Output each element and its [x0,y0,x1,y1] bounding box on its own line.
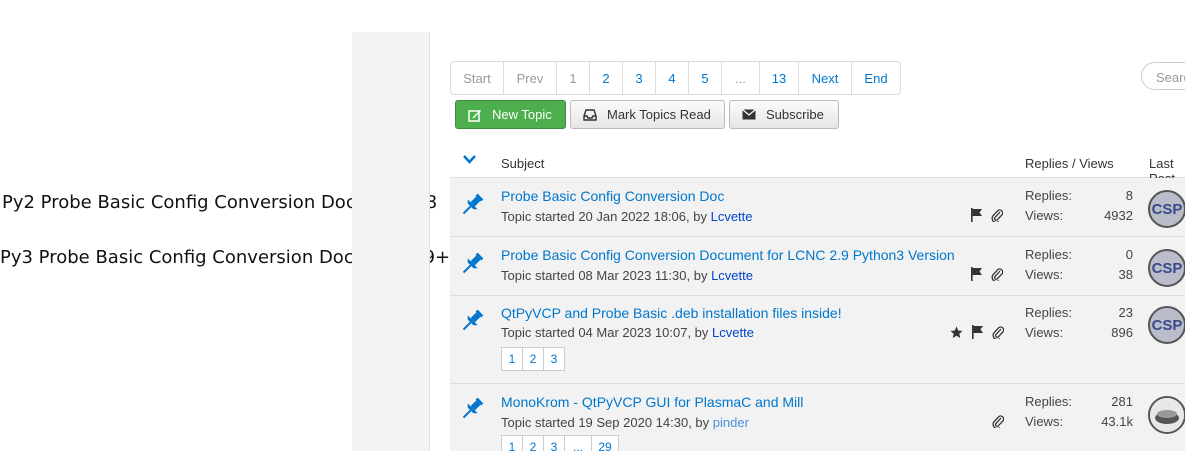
user-photo-icon [1150,398,1184,432]
topic-page-ellipsis: ... [564,435,592,451]
paperclip-icon [992,326,1004,339]
page-end[interactable]: End [852,62,900,94]
paperclip-icon [991,268,1003,281]
pagination: Start Prev 1 2 3 4 5 ... 13 Next End [450,61,901,95]
topic-meta: Topic started 20 Jan 2022 18:06, by Lcve… [501,209,753,224]
topic-page-link[interactable]: 3 [543,435,565,451]
header-replies-views: Replies / Views [1025,156,1114,171]
topic-page-link[interactable]: 3 [543,347,565,371]
topic-meta: Topic started 19 Sep 2020 14:30, by pind… [501,415,749,430]
views-count: Views: 4932 [1025,208,1133,223]
pin-icon [462,309,484,331]
avatar[interactable] [1148,396,1185,434]
subscribe-button[interactable]: Subscribe [729,100,839,129]
author-link[interactable]: pinder [713,415,749,430]
avatar[interactable]: CSP [1148,249,1185,287]
replies-count: Replies: 8 [1025,188,1133,203]
paperclip-icon [991,209,1003,222]
topic-row: QtPyVCP and Probe Basic .deb installatio… [450,296,1185,384]
side-column [352,32,430,451]
page-1[interactable]: 1 [557,62,590,94]
topic-title-link[interactable]: MonoKrom - QtPyVCP GUI for PlasmaC and M… [501,394,803,410]
page-13[interactable]: 13 [760,62,799,94]
inbox-icon [583,108,597,121]
topic-row: Probe Basic Config Conversion Document f… [450,237,1185,296]
topic-page-link[interactable]: 2 [522,347,544,371]
subscribe-label: Subscribe [766,107,824,122]
flag-icon [971,267,982,281]
page-3[interactable]: 3 [623,62,656,94]
topic-meta: Topic started 04 Mar 2023 10:07, by Lcve… [501,325,754,340]
topic-page-link[interactable]: 1 [501,435,523,451]
edit-icon [468,109,481,122]
avatar[interactable]: CSP [1148,190,1185,228]
topic-title-link[interactable]: QtPyVCP and Probe Basic .deb installatio… [501,305,842,321]
topics-table-header: Subject Replies / Views Last Post [450,140,1185,186]
author-link[interactable]: Lcvette [712,325,754,340]
page-ellipsis: ... [722,62,760,94]
forum-main: Start Prev 1 2 3 4 5 ... 13 Next End Sea… [450,32,1185,451]
search-input[interactable]: Search [1141,62,1185,90]
replies-count: Replies: 23 [1025,305,1133,320]
chevron-down-icon[interactable] [463,155,476,164]
paperclip-icon [992,415,1004,428]
topic-icons [950,325,1004,339]
page-4[interactable]: 4 [656,62,689,94]
topic-page-link[interactable]: 29 [591,435,619,451]
page-2[interactable]: 2 [590,62,623,94]
topic-page-link[interactable]: 1 [501,347,523,371]
page-prev[interactable]: Prev [504,62,557,94]
replies-count: Replies: 0 [1025,247,1133,262]
flag-icon [971,208,982,222]
topic-page-link[interactable]: 2 [522,435,544,451]
pin-icon [462,193,484,215]
replies-count: Replies: 281 [1025,394,1133,409]
author-link[interactable]: Lcvette [711,209,753,224]
topic-title-link[interactable]: Probe Basic Config Conversion Doc [501,188,724,204]
topic-pages: 1 2 3 [501,347,565,371]
topic-meta: Topic started 08 Mar 2023 11:30, by Lcve… [501,268,753,283]
views-count: Views: 38 [1025,267,1133,282]
avatar[interactable]: CSP [1148,306,1185,344]
topic-icons [992,414,1004,428]
new-topic-button[interactable]: New Topic [455,100,566,129]
pin-icon [462,252,484,274]
views-count: Views: 43.1k [1025,414,1133,429]
topic-icons [970,208,1003,222]
topic-icons [970,267,1003,281]
topic-pages: 1 2 3 ... 29 [501,435,619,451]
topic-row: Probe Basic Config Conversion Doc Topic … [450,178,1185,237]
flag-icon [972,325,983,339]
author-link[interactable]: Lcvette [711,268,753,283]
topic-row: MonoKrom - QtPyVCP GUI for PlasmaC and M… [450,384,1185,451]
topic-title-link[interactable]: Probe Basic Config Conversion Document f… [501,247,955,263]
star-icon [950,326,963,338]
header-subject: Subject [501,156,545,171]
pin-icon [462,397,484,419]
mark-topics-read-button[interactable]: Mark Topics Read [570,100,725,129]
page-5[interactable]: 5 [689,62,722,94]
mark-read-label: Mark Topics Read [607,107,711,122]
new-topic-label: New Topic [492,107,552,122]
envelope-icon [742,109,756,120]
page-start[interactable]: Start [451,62,504,94]
views-count: Views: 896 [1025,325,1133,340]
page-next[interactable]: Next [799,62,852,94]
